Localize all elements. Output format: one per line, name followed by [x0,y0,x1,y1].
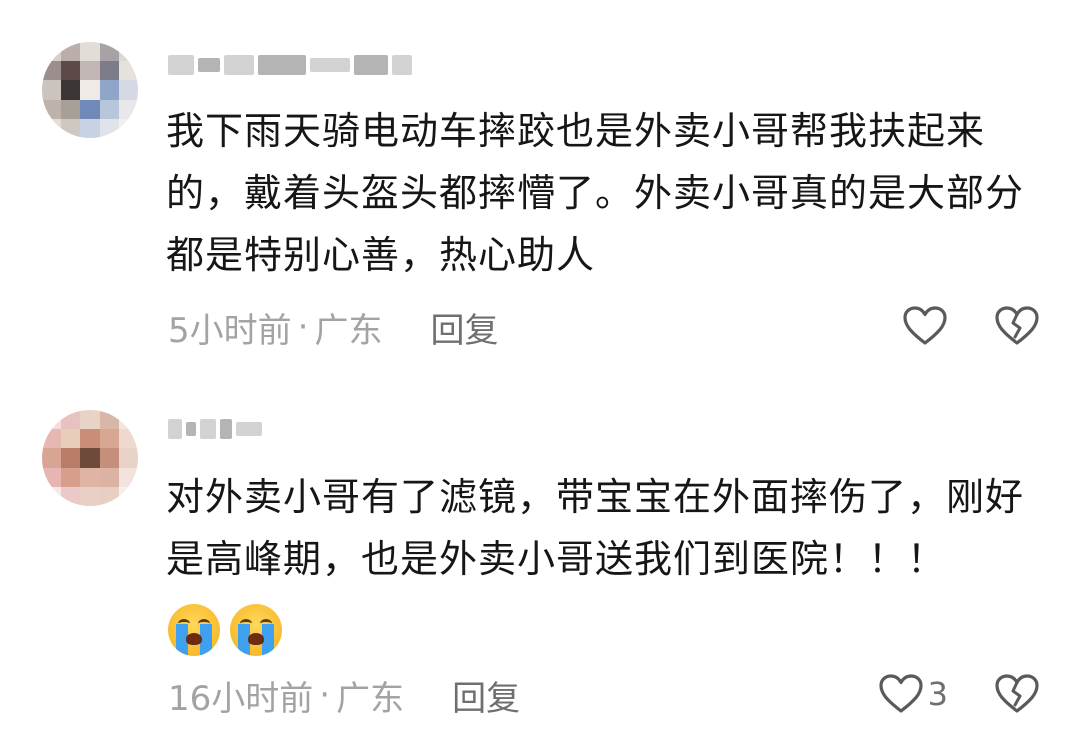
avatar-pixel [42,467,62,487]
broken-heart-outline-icon [994,673,1040,715]
like-button[interactable]: 3 [878,673,948,715]
avatar-pixel [42,448,62,468]
avatar-pixel [42,486,62,506]
avatar-pixel [80,467,100,487]
avatar-pixel [99,429,119,449]
comment-item: 我下雨天骑电动车摔跤也是外卖小哥帮我扶起来的，戴着头盔头都摔懵了。外卖小哥真的是… [0,0,1080,380]
avatar-pixel [99,486,119,506]
comment-location: 广东 [336,678,405,719]
avatar-pixel [99,118,119,138]
username-blur-block [258,55,306,75]
avatar-pixel [80,118,100,138]
avatar-pixel [80,61,100,81]
avatar-pixel [80,429,100,449]
avatar-pixel [118,61,138,81]
heart-outline-icon [878,673,924,715]
meta-separator: · [297,307,309,347]
username-blur-block [200,419,216,439]
avatar-pixel [61,467,81,487]
username-blur-block [220,419,232,439]
dislike-button[interactable] [994,305,1040,347]
avatar-pixel [99,80,119,100]
avatar-pixel [42,42,62,62]
avatar-pixel [99,61,119,81]
avatar-pixel [99,467,119,487]
username-blur-block [198,58,220,72]
comment-item: 对外卖小哥有了滤镜，带宝宝在外面摔伤了，刚好是高峰期，也是外卖小哥送我们到医院！… [0,380,1080,744]
avatar-pixel [118,448,138,468]
avatar-pixel [61,410,81,430]
avatar-pixel [118,99,138,119]
avatar-pixel [99,99,119,119]
username-blur-block [392,55,412,75]
comment-text: 对外卖小哥有了滤镜，带宝宝在外面摔伤了，刚好是高峰期，也是外卖小哥送我们到医院！… [166,475,1025,581]
like-button[interactable] [902,305,948,347]
like-count: 3 [927,675,948,713]
avatar-pixel [80,42,100,62]
comment-text: 我下雨天骑电动车摔跤也是外卖小哥帮我扶起来的，戴着头盔头都摔懵了。外卖小哥真的是… [166,109,1025,277]
avatar-pixel [80,99,100,119]
avatar-pixel [118,118,138,138]
avatar-pixel [61,80,81,100]
comment-meta: 16小时前 · 广东 回复 [168,670,520,720]
comment-meta: 5小时前 · 广东 回复 [168,302,498,352]
avatar-pixel [61,99,81,119]
avatar-pixel [42,80,62,100]
username-blur-block [168,55,194,75]
avatar-pixel [99,448,119,468]
meta-separator: · [319,675,331,715]
avatar-pixel [118,486,138,506]
comment-time: 5小时前 [168,310,292,351]
username-blur-block [236,422,262,436]
avatar-pixel [118,467,138,487]
avatar-pixel [42,99,62,119]
avatar-pixel [42,61,62,81]
username-blur-block [168,419,182,439]
avatar-pixel [42,118,62,138]
avatar-pixel [118,410,138,430]
avatar-pixel [61,118,81,138]
loudly-crying-face-icon [230,604,282,656]
comment-actions [902,298,1040,354]
avatar-pixel [118,429,138,449]
avatar-pixel [61,42,81,62]
dislike-button[interactable] [994,673,1040,715]
avatar-pixel [99,410,119,430]
avatar[interactable] [42,410,138,506]
avatar-pixel [61,486,81,506]
avatar-pixel [80,448,100,468]
username-blur-block [310,58,350,72]
emoji-row [168,604,282,656]
comment-actions: 3 [878,666,1040,722]
avatar-pixel [80,486,100,506]
avatar-pixel [99,42,119,62]
username-blur-block [186,422,196,436]
username-blurred[interactable] [168,414,262,444]
avatar-pixel [80,410,100,430]
broken-heart-outline-icon [994,305,1040,347]
avatar-pixel [118,80,138,100]
reply-button[interactable]: 回复 [430,303,498,352]
username-blurred[interactable] [168,50,412,80]
comment-time: 16小时前 [168,678,314,719]
avatar-pixel [42,410,62,430]
avatar-pixel [61,429,81,449]
loudly-crying-face-icon [168,604,220,656]
avatar-pixel [80,80,100,100]
username-blur-block [224,55,254,75]
heart-outline-icon [902,305,948,347]
avatar-pixel [61,448,81,468]
avatar-pixel [61,61,81,81]
avatar[interactable] [42,42,138,138]
comment-location: 广东 [314,310,383,351]
username-blur-block [354,55,388,75]
avatar-pixel [118,42,138,62]
reply-button[interactable]: 回复 [452,671,520,720]
avatar-pixel [42,429,62,449]
